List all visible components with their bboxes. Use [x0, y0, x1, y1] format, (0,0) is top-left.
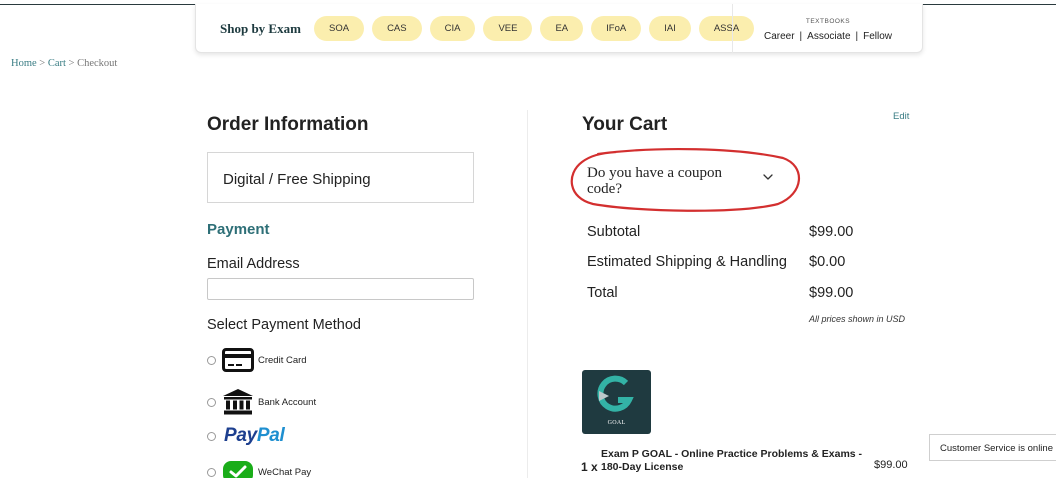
email-field[interactable] — [207, 278, 474, 300]
exam-pill-cas[interactable]: CAS — [372, 16, 422, 41]
breadcrumb: Home > Cart > Checkout — [11, 58, 117, 69]
email-label: Email Address — [207, 256, 300, 272]
exam-pill-cia[interactable]: CIA — [429, 16, 476, 41]
item-quantity: 1 x — [581, 460, 598, 474]
product-image[interactable]: GOAL — [582, 370, 651, 434]
wechat-radio[interactable] — [207, 467, 216, 477]
paypal-logo-part1: Pay — [224, 425, 257, 446]
payment-option-wechat[interactable]: WeChat Pay — [207, 460, 311, 478]
textbook-link-fellow[interactable]: Fellow — [863, 31, 892, 42]
total-value: $99.00 — [809, 285, 854, 301]
bank-icon — [223, 389, 253, 415]
credit-card-label: Credit Card — [258, 354, 307, 366]
textbook-links: Career | Associate | Fellow — [732, 31, 924, 42]
coupon-toggle[interactable]: Do you have a coupon code? — [587, 165, 787, 205]
order-information-title: Order Information — [207, 114, 369, 135]
breadcrumb-current: Checkout — [77, 58, 118, 69]
exam-pill-ifoa[interactable]: IFoA — [591, 16, 642, 41]
link-separator: | — [799, 31, 803, 42]
exam-pill-iai[interactable]: IAI — [649, 16, 691, 41]
exam-pill-vee[interactable]: VEE — [483, 16, 533, 41]
breadcrumb-separator: > — [39, 58, 46, 69]
payment-option-paypal[interactable]: PayPal — [207, 425, 285, 447]
paypal-radio[interactable] — [207, 431, 216, 441]
bank-account-label: Bank Account — [258, 396, 317, 408]
breadcrumb-cart[interactable]: Cart — [48, 58, 66, 69]
exam-nav-bar: Shop by Exam SOA CAS CIA VEE EA IFoA IAI… — [195, 4, 923, 53]
breadcrumb-separator: > — [68, 58, 75, 69]
currency-note: All prices shown in USD — [809, 314, 906, 324]
wechat-icon — [223, 461, 253, 478]
your-cart-title: Your Cart — [582, 114, 668, 135]
product-image-label: GOAL — [607, 420, 626, 426]
edit-cart-link[interactable]: Edit — [893, 111, 909, 122]
shipping-value: $0.00 — [809, 254, 846, 270]
subtotal-value: $99.00 — [809, 224, 854, 240]
shipping-option-box[interactable]: Digital / Free Shipping — [207, 152, 474, 203]
payment-title: Payment — [207, 221, 270, 238]
payment-option-credit-card[interactable]: Credit Card — [207, 348, 307, 372]
credit-card-radio[interactable] — [207, 355, 216, 365]
item-price: $99.00 — [874, 459, 908, 471]
payment-option-bank-account[interactable]: Bank Account — [207, 388, 316, 416]
breadcrumb-home[interactable]: Home — [11, 58, 37, 69]
textbooks-label: TEXTBOOKS — [805, 18, 851, 25]
customer-service-chat[interactable]: Customer Service is online — [929, 434, 1056, 461]
link-separator: | — [855, 31, 859, 42]
textbook-link-career[interactable]: Career — [764, 31, 795, 42]
paypal-logo-part2: Pal — [256, 425, 285, 446]
exam-pill-ea[interactable]: EA — [540, 16, 584, 41]
coupon-label: Do you have a coupon code? — [587, 165, 722, 197]
bank-account-radio[interactable] — [207, 397, 216, 407]
subtotal-label: Subtotal — [587, 224, 641, 240]
chevron-down-icon — [763, 174, 773, 180]
shipping-label: Estimated Shipping & Handling — [587, 254, 787, 270]
total-label: Total — [587, 285, 618, 301]
paypal-logo: PayPal — [224, 425, 285, 447]
shop-by-exam-label: Shop by Exam — [220, 21, 301, 36]
goal-logo — [597, 375, 634, 412]
item-name[interactable]: Exam P GOAL - Online Practice Problems &… — [601, 448, 871, 478]
payment-method-label: Select Payment Method — [207, 317, 361, 333]
wechat-label: WeChat Pay — [258, 466, 312, 478]
credit-card-icon — [222, 348, 254, 372]
exam-pill-soa[interactable]: SOA — [314, 16, 365, 41]
column-divider — [527, 110, 528, 478]
exam-pill-list: SOA CAS CIA VEE EA IFoA IAI ASSA — [314, 16, 755, 41]
textbook-link-associate[interactable]: Associate — [807, 31, 850, 42]
nav-divider — [732, 4, 733, 53]
